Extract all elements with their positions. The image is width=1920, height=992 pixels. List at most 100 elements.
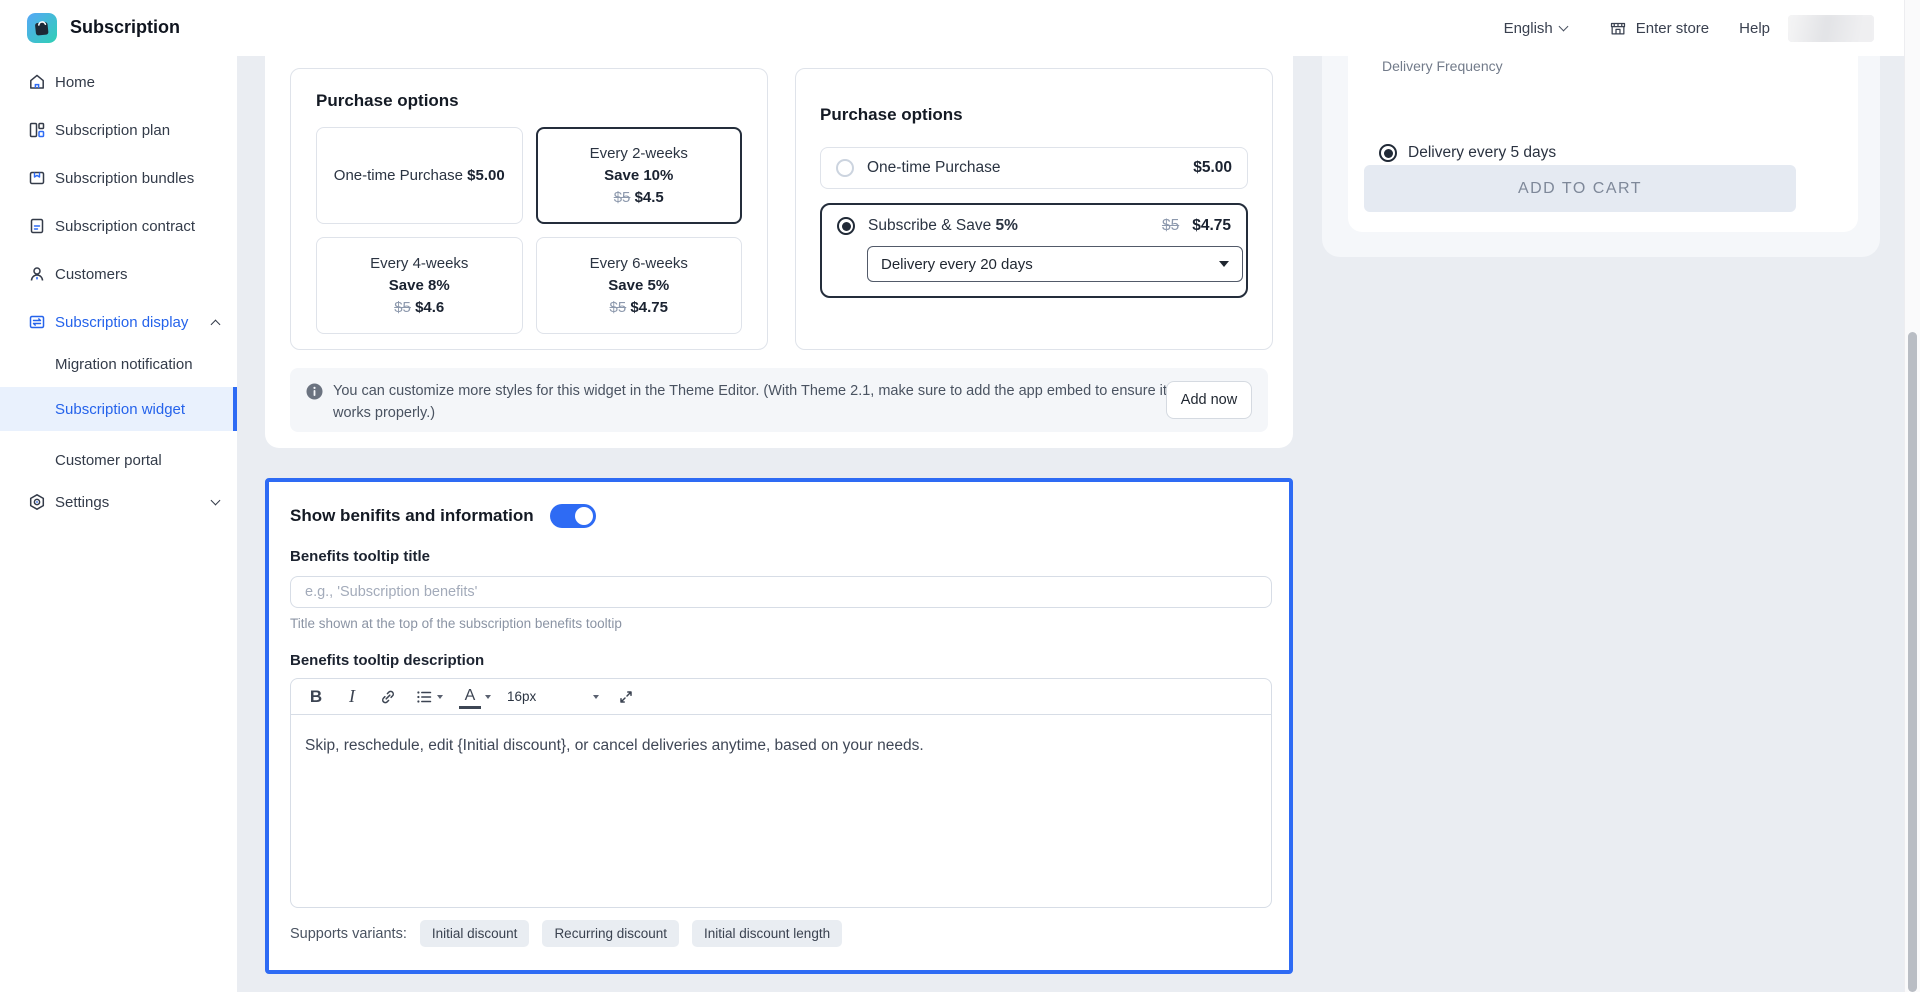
- chevron-down-icon: [1558, 22, 1568, 32]
- plan-save: Save 10%: [604, 167, 673, 184]
- top-bar: Subscription English Enter store Help: [0, 0, 1904, 56]
- chevron-down-icon: [593, 695, 599, 699]
- add-to-cart-button[interactable]: ADD TO CART: [1364, 165, 1796, 212]
- delivery-frequency-value: Delivery every 20 days: [881, 256, 1033, 273]
- option-every-6-weeks[interactable]: Every 6-weeks Save 5% $5 $4.75: [536, 237, 743, 334]
- link-button[interactable]: [377, 684, 399, 710]
- tooltip-title-help: Title shown at the top of the subscripti…: [290, 616, 1268, 631]
- purchase-options-title: Purchase options: [316, 91, 742, 111]
- sidebar-item-subscription-contract[interactable]: Subscription contract: [0, 210, 237, 242]
- help-label: Help: [1739, 20, 1770, 37]
- subscription-bundles-icon: [28, 169, 46, 187]
- plan-save: Save 5%: [608, 277, 669, 294]
- plan-price-line: $5 $4.6: [394, 299, 444, 316]
- subscribe-save-line: Subscribe & Save 5% $5 $4.75: [837, 217, 1231, 235]
- radio-checked-icon[interactable]: [1379, 144, 1397, 162]
- one-time-line: One-time Purchase $5.00: [334, 167, 505, 184]
- add-now-button[interactable]: Add now: [1166, 381, 1252, 419]
- language-selector[interactable]: English: [1504, 20, 1567, 37]
- font-size-select[interactable]: 16px: [507, 689, 599, 704]
- subscription-plan-icon: [28, 121, 46, 139]
- variant-chip-initial-discount[interactable]: Initial discount: [420, 920, 530, 947]
- plan-price-line: $5 $4.75: [610, 299, 668, 316]
- banner-message: You can customize more styles for this w…: [333, 381, 1183, 425]
- sidebar-item-subscription-plan[interactable]: Subscription plan: [0, 114, 237, 146]
- benefits-section: Show benifits and information Benefits t…: [265, 478, 1293, 974]
- chevron-down-icon: [437, 695, 443, 699]
- link-icon: [379, 688, 397, 706]
- subscription-contract-icon: [28, 217, 46, 235]
- sidebar-item-migration-notification[interactable]: Migration notification: [0, 348, 237, 380]
- app-logo: [27, 13, 57, 43]
- variants-row: Supports variants: Initial discount Recu…: [290, 920, 1268, 947]
- tooltip-description-label: Benefits tooltip description: [290, 652, 1268, 669]
- sidebar-item-settings[interactable]: Settings: [0, 486, 237, 518]
- fullscreen-button[interactable]: [615, 684, 637, 710]
- bold-button[interactable]: B: [305, 684, 327, 710]
- purchase-options-box-preview: Purchase options One-time Purchase $5.00…: [290, 68, 768, 350]
- radio-unchecked-icon[interactable]: [836, 159, 854, 177]
- enter-store-label: Enter store: [1636, 20, 1709, 37]
- variant-chip-initial-discount-length[interactable]: Initial discount length: [692, 920, 842, 947]
- storefront-icon: [1609, 19, 1627, 37]
- plan-name: Every 2-weeks: [590, 145, 688, 162]
- info-icon: [306, 383, 323, 400]
- sidebar-item-subscription-display[interactable]: Subscription display: [0, 306, 237, 338]
- delivery-frequency-card: Delivery Frequency Delivery every 5 days…: [1348, 56, 1858, 232]
- sidebar-item-home[interactable]: Home: [0, 66, 237, 98]
- sidebar: Home Subscription plan Subscription bund…: [0, 56, 237, 992]
- help-button[interactable]: Help: [1739, 20, 1770, 37]
- tooltip-title-label: Benefits tooltip title: [290, 548, 1268, 565]
- chevron-up-icon: [211, 319, 221, 329]
- purchase-options-title: Purchase options: [820, 105, 1248, 125]
- subscribe-save-label: Subscribe & Save 5%: [868, 217, 1018, 235]
- tooltip-title-input[interactable]: [290, 576, 1272, 608]
- benefits-toggle-label: Show benifits and information: [290, 506, 534, 526]
- benefits-toggle-row: Show benifits and information: [290, 502, 1268, 530]
- chevron-down-icon: [211, 496, 221, 506]
- radio-checked-icon[interactable]: [837, 217, 855, 235]
- radio-delivery-every-5-days[interactable]: Delivery every 5 days: [1379, 144, 1556, 162]
- text-color-button[interactable]: A: [459, 687, 481, 709]
- sidebar-item-subscription-bundles[interactable]: Subscription bundles: [0, 162, 237, 194]
- subscribe-price: $4.75: [1192, 217, 1231, 235]
- one-time-price: $5.00: [1193, 159, 1232, 177]
- chevron-down-icon: [485, 695, 491, 699]
- plan-price-line: $5 $4.5: [614, 189, 664, 206]
- delivery-frequency-select[interactable]: Delivery every 20 days: [867, 246, 1243, 282]
- radio-option-one-time[interactable]: One-time Purchase $5.00: [820, 147, 1248, 189]
- app-title: Subscription: [70, 17, 180, 38]
- list-button[interactable]: [415, 684, 443, 710]
- expand-icon: [617, 688, 635, 706]
- sidebar-item-customer-portal[interactable]: Customer portal: [0, 444, 237, 476]
- editor-content[interactable]: Skip, reschedule, edit {Initial discount…: [291, 715, 1271, 908]
- header-actions: English Enter store Help: [1504, 0, 1874, 56]
- option-one-time-purchase[interactable]: One-time Purchase $5.00: [316, 127, 523, 224]
- radio-option-subscribe-save[interactable]: Subscribe & Save 5% $5 $4.75 Delivery ev…: [820, 203, 1248, 298]
- settings-icon: [28, 493, 46, 511]
- scrollbar-track[interactable]: [1904, 0, 1920, 992]
- variant-chip-recurring-discount[interactable]: Recurring discount: [542, 920, 679, 947]
- benefits-toggle-switch[interactable]: [550, 504, 596, 528]
- delivery-frequency-label: Delivery Frequency: [1382, 58, 1503, 74]
- option-every-2-weeks[interactable]: Every 2-weeks Save 10% $5 $4.5: [536, 127, 743, 224]
- subscription-display-icon: [28, 313, 46, 331]
- theme-editor-banner: You can customize more styles for this w…: [290, 368, 1268, 432]
- sidebar-item-subscription-widget[interactable]: Subscription widget: [0, 387, 237, 431]
- variants-label: Supports variants:: [290, 926, 407, 942]
- sidebar-item-customers[interactable]: Customers: [0, 258, 237, 290]
- plan-save: Save 8%: [389, 277, 450, 294]
- enter-store-button[interactable]: Enter store: [1609, 19, 1709, 37]
- plan-name: Every 6-weeks: [590, 255, 688, 272]
- list-icon: [415, 688, 433, 706]
- rich-text-editor: B I A 16px: [290, 678, 1272, 908]
- customers-icon: [28, 265, 46, 283]
- option-every-4-weeks[interactable]: Every 4-weeks Save 8% $5 $4.6: [316, 237, 523, 334]
- italic-button[interactable]: I: [341, 684, 363, 710]
- editor-toolbar: B I A 16px: [291, 679, 1271, 715]
- chevron-down-icon: [1219, 261, 1229, 267]
- subscribe-old-price: $5: [1162, 217, 1179, 235]
- account-store-name-blurred[interactable]: [1788, 15, 1874, 42]
- scrollbar-thumb[interactable]: [1908, 332, 1917, 992]
- home-icon: [28, 73, 46, 91]
